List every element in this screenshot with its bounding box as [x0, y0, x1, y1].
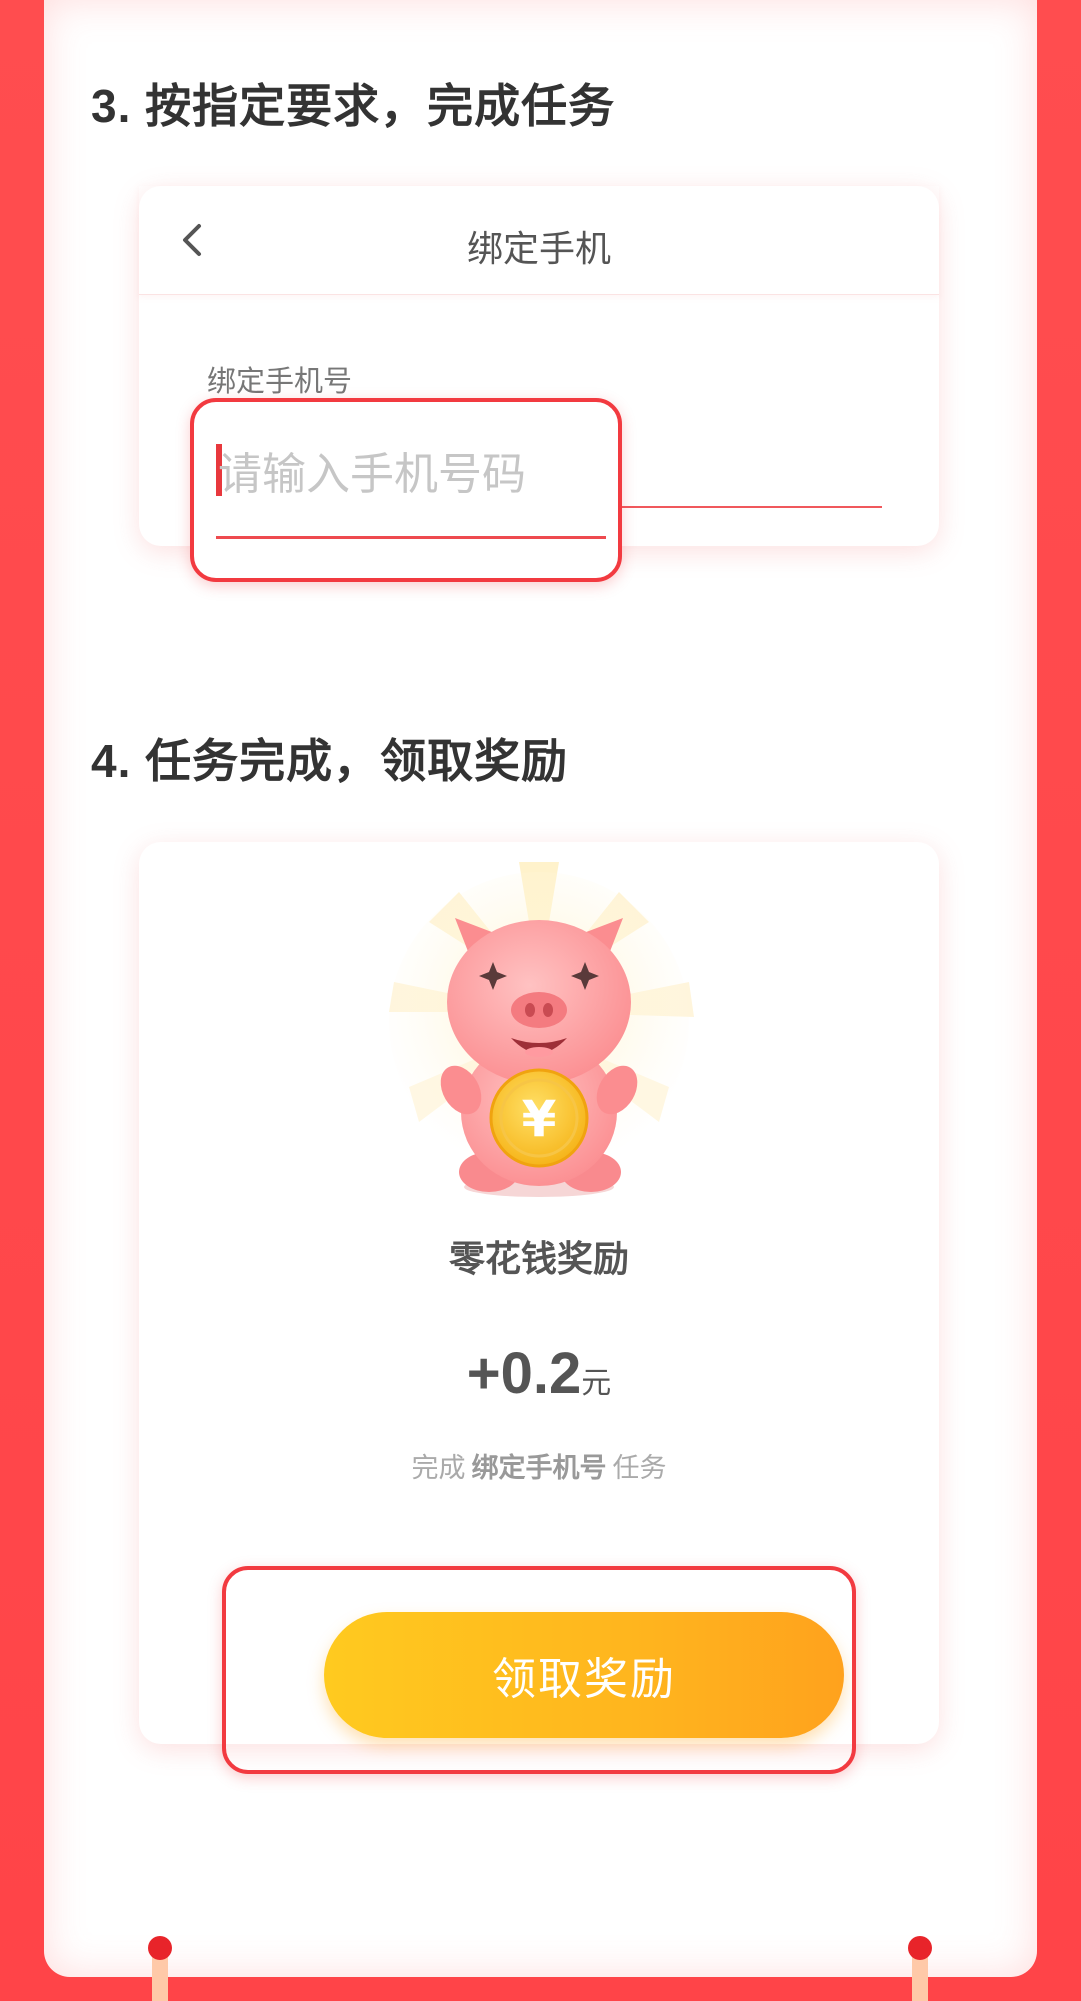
reward-title: 零花钱奖励 — [448, 1238, 629, 1279]
reward-description: 完成 绑定手机号 任务 — [139, 1446, 939, 1485]
callout-underline — [216, 536, 606, 539]
input-highlight-callout: 请输入手机号码 — [190, 398, 622, 582]
callout-placeholder: 请输入手机号码 — [218, 450, 526, 499]
reward-desc-task: 绑定手机号 — [471, 1453, 607, 1483]
left-pin-icon — [148, 1936, 172, 2001]
reward-desc-suffix: 任务 — [612, 1453, 667, 1483]
reward-amount-unit: 元 — [581, 1367, 612, 1400]
svg-text:¥: ¥ — [522, 1090, 557, 1148]
step-3-title: 3. 按指定要求，完成任务 — [91, 80, 616, 132]
reward-amount-value: +0.2 — [466, 1341, 582, 1406]
bind-phone-header: 绑定手机 — [139, 186, 939, 295]
claim-reward-button[interactable]: 领取奖励 — [324, 1612, 844, 1738]
pig-coin-icon: ¥ — [389, 862, 694, 1197]
bind-phone-title: 绑定手机 — [466, 228, 611, 269]
phone-field-label: 绑定手机号 — [207, 366, 353, 398]
right-pin-icon — [908, 1936, 932, 2001]
step-4-title: 4. 任务完成，领取奖励 — [91, 735, 569, 787]
reward-desc-prefix: 完成 — [411, 1453, 466, 1483]
reward-amount: +0.2元 — [139, 1340, 939, 1407]
tutorial-page: 3. 按指定要求，完成任务 绑定手机 绑定手机号 4. 任务完成，领取奖励 — [44, 0, 1037, 1977]
